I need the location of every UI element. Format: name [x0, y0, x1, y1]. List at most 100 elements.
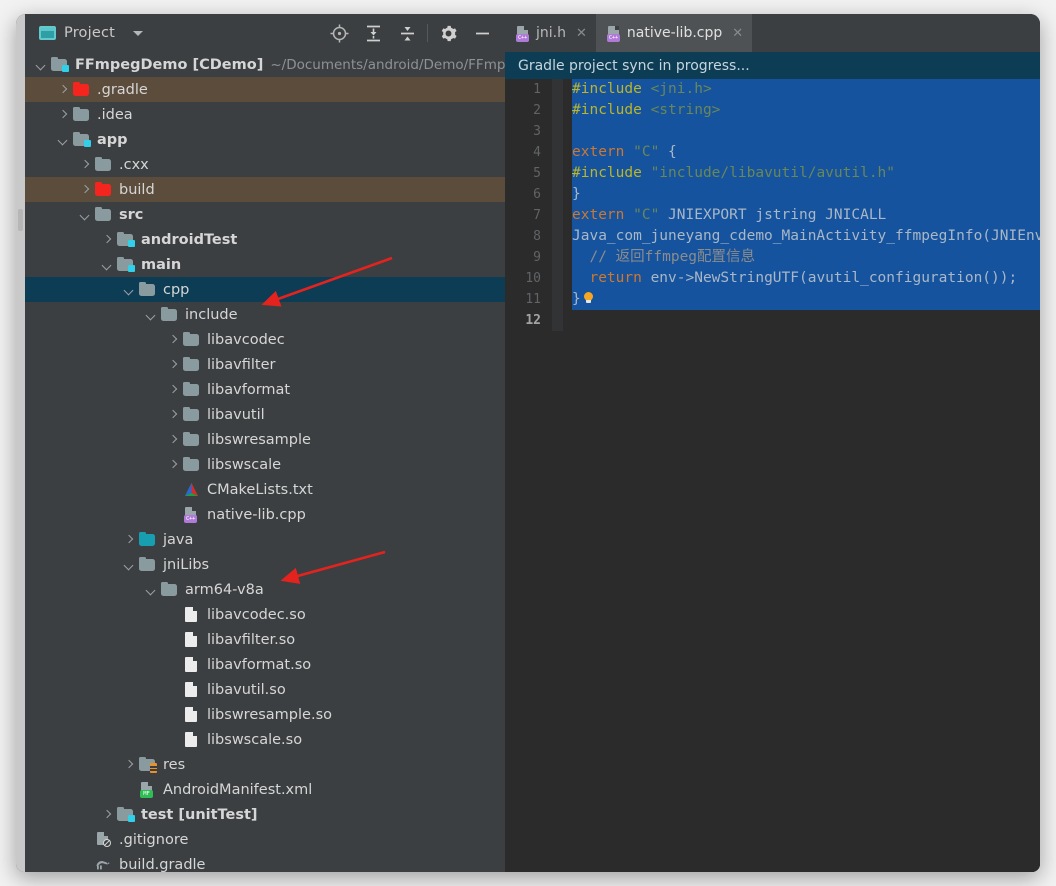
code-token: }	[572, 186, 581, 202]
chevron-right-icon[interactable]	[101, 233, 114, 246]
chevron-down-icon[interactable]	[133, 30, 144, 36]
code-line[interactable]: 2 #include <string>	[505, 100, 1040, 121]
tree-row[interactable]: .cxx	[25, 152, 505, 177]
code-token: }	[572, 291, 581, 307]
tree-row[interactable]: test [unitTest]	[25, 802, 505, 827]
tree-row[interactable]: .idea	[25, 102, 505, 127]
tree-row-label: cpp	[163, 281, 190, 298]
tree-row[interactable]: main	[25, 252, 505, 277]
tree-row[interactable]: libavfilter.so	[25, 627, 505, 652]
chevron-right-icon[interactable]	[167, 333, 180, 346]
tree-row[interactable]: cpp	[25, 277, 505, 302]
tree-row[interactable]: libswresample.so	[25, 702, 505, 727]
tree-row[interactable]: CMakeLists.txt	[25, 477, 505, 502]
chevron-right-icon[interactable]	[79, 183, 92, 196]
close-icon[interactable]: ✕	[576, 26, 587, 41]
tree-row[interactable]: build	[25, 177, 505, 202]
expand-all-icon[interactable]	[356, 16, 390, 50]
tree-row[interactable]: libavformat	[25, 377, 505, 402]
tree-row[interactable]: libswresample	[25, 427, 505, 452]
folder-icon	[183, 406, 200, 422]
collapsed-toolwindow-strip[interactable]	[16, 14, 25, 872]
code-line-text: #include <string>	[563, 100, 1040, 121]
tree-row[interactable]: libavformat.so	[25, 652, 505, 677]
editor-tab[interactable]: C++ jni.h ✕	[505, 14, 596, 52]
tree-row[interactable]: res	[25, 752, 505, 777]
tree-row[interactable]: libavcodec	[25, 327, 505, 352]
chevron-right-icon[interactable]	[57, 108, 70, 121]
tree-row-label: .idea	[97, 106, 133, 123]
chevron-right-icon[interactable]	[123, 533, 136, 546]
locate-icon[interactable]	[322, 16, 356, 50]
chevron-down-icon[interactable]	[101, 258, 114, 271]
code-line[interactable]: 7 extern "C" JNIEXPORT jstring JNICALL	[505, 205, 1040, 226]
minimize-icon[interactable]	[465, 16, 499, 50]
code-line[interactable]: 9 // 返回ffmpeg配置信息	[505, 247, 1040, 268]
code-line[interactable]: 3	[505, 121, 1040, 142]
code-line[interactable]: 1 #include <jni.h>	[505, 79, 1040, 100]
tree-row-label: libavformat.so	[207, 656, 312, 673]
tree-row[interactable]: libswscale.so	[25, 727, 505, 752]
strip-handle[interactable]	[18, 209, 23, 231]
tree-row[interactable]: .gitignore	[25, 827, 505, 852]
editor-tab[interactable]: C++ native-lib.cpp ✕	[595, 14, 753, 52]
code-line[interactable]: 10 return env->NewStringUTF(avutil_confi…	[505, 268, 1040, 289]
tree-row[interactable]: libavutil.so	[25, 677, 505, 702]
chevron-down-icon[interactable]	[145, 308, 158, 321]
tree-row[interactable]: C++ native-lib.cpp	[25, 502, 505, 527]
tree-row[interactable]: libavutil	[25, 402, 505, 427]
editor-gutter-strip	[552, 268, 563, 289]
chevron-down-icon[interactable]	[123, 558, 136, 571]
intention-bulb-icon[interactable]	[583, 292, 594, 305]
project-title-group[interactable]: Project	[25, 25, 144, 41]
code-line[interactable]: 4 extern "C" {	[505, 142, 1040, 163]
tree-row[interactable]: MF AndroidManifest.xml	[25, 777, 505, 802]
close-icon[interactable]: ✕	[732, 26, 743, 41]
code-line[interactable]: 8 Java_com_juneyang_cdemo_MainActivity_ff…	[505, 226, 1040, 247]
chevron-down-icon[interactable]	[57, 133, 70, 146]
chevron-right-icon[interactable]	[57, 83, 70, 96]
chevron-right-icon[interactable]	[167, 458, 180, 471]
chevron-right-icon[interactable]	[167, 408, 180, 421]
chevron-down-icon[interactable]	[123, 283, 136, 296]
chevron-right-icon[interactable]	[167, 433, 180, 446]
cpp-file-icon: C++	[515, 25, 530, 42]
tree-row[interactable]: libswscale	[25, 452, 505, 477]
tree-row[interactable]: FFmpegDemo [CDemo] ~/Documents/android/De…	[25, 52, 505, 77]
chevron-right-icon[interactable]	[123, 758, 136, 771]
project-tree[interactable]: FFmpegDemo [CDemo] ~/Documents/android/De…	[25, 52, 505, 872]
tree-row[interactable]: app	[25, 127, 505, 152]
code-line[interactable]: 11}	[505, 289, 1040, 310]
folder-icon	[183, 356, 200, 372]
tree-row[interactable]: jniLibs	[25, 552, 505, 577]
code-line[interactable]: 6}	[505, 184, 1040, 205]
chevron-down-icon[interactable]	[145, 583, 158, 596]
tree-row[interactable]: java	[25, 527, 505, 552]
tree-row[interactable]: libavcodec.so	[25, 602, 505, 627]
tree-row[interactable]: libavfilter	[25, 352, 505, 377]
tree-row[interactable]: arm64-v8a	[25, 577, 505, 602]
tree-row[interactable]: build.gradle	[25, 852, 505, 872]
code-line-text: // 返回ffmpeg配置信息	[563, 247, 1040, 268]
chevron-right-icon[interactable]	[101, 808, 114, 821]
line-number: 7	[533, 208, 541, 223]
tree-row[interactable]: src	[25, 202, 505, 227]
cpp-file-icon: C++	[606, 25, 621, 42]
chevron-down-icon[interactable]	[35, 58, 48, 71]
folder-icon	[161, 306, 178, 322]
collapse-all-icon[interactable]	[390, 16, 424, 50]
chevron-right-icon[interactable]	[167, 358, 180, 371]
chevron-down-icon[interactable]	[79, 208, 92, 221]
code-token: {	[659, 144, 677, 160]
chevron-right-icon[interactable]	[167, 383, 180, 396]
tree-row[interactable]: include	[25, 302, 505, 327]
code-line[interactable]: 12	[505, 310, 1040, 331]
tree-row[interactable]: androidTest	[25, 227, 505, 252]
code-editor[interactable]: 1 #include <jni.h> 2 #include <string> 3 4 ext…	[505, 79, 1040, 872]
tree-row[interactable]: .gradle	[25, 77, 505, 102]
gear-icon[interactable]	[431, 16, 465, 50]
chevron-right-icon[interactable]	[79, 158, 92, 171]
code-line-text: return env->NewStringUTF(avutil_configur…	[563, 268, 1040, 289]
code-line[interactable]: 5 #include "include/libavutil/avutil.h"	[505, 163, 1040, 184]
code-token: JNIEXPORT jstring JNICALL	[659, 207, 887, 223]
